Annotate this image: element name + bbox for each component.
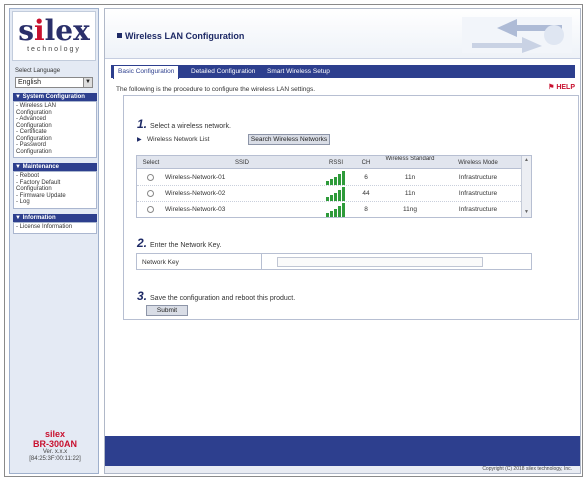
network-mode: Infrastructure [458, 174, 498, 181]
sidebar: silex technology Select Language English… [9, 8, 99, 474]
footer-mac: [84:25:3F:00:11:22] [29, 456, 81, 462]
footer-bar [105, 436, 580, 466]
network-standard: 11n [404, 174, 416, 181]
footer-model: BR-300AN [32, 439, 77, 449]
step-1-label: Select a wireless network. [150, 123, 231, 130]
menu-group-maintenance: ▼ Maintenance - Reboot - Factory Default… [13, 163, 97, 209]
network-ch: 6 [364, 174, 368, 181]
submit-button[interactable]: Submit [146, 305, 188, 316]
network-table-scrollbar[interactable]: ▲ ▼ [521, 156, 531, 217]
signal-strength-icon [326, 203, 345, 217]
step-3-number: 3. [137, 289, 148, 303]
sidebar-item-log[interactable]: - Log [16, 199, 94, 206]
table-row[interactable]: Wireless-Network-03 8 11ng Infrastructur… [137, 202, 523, 217]
table-row[interactable]: Wireless-Network-02 44 11n Infrastructur… [137, 186, 523, 202]
step-3: 3. Save the configuration and reboot this… [137, 289, 295, 303]
network-radio[interactable] [147, 174, 154, 181]
menu-body-information: - License Information [13, 222, 97, 234]
chevron-down-icon[interactable]: ▼ [83, 78, 92, 87]
copyright-text: Copyright (C) 2018 silex technology, Inc… [105, 466, 580, 473]
network-key-label: Network Key [142, 259, 179, 266]
scroll-down-icon[interactable]: ▼ [523, 209, 530, 216]
step-3-label: Save the configuration and reboot this p… [150, 295, 296, 302]
menu-head-information[interactable]: ▼ Information [13, 214, 97, 222]
network-key-row: Network Key [136, 253, 532, 270]
page-title: Wireless LAN Configuration [117, 31, 244, 41]
tab-smart-wireless-setup[interactable]: Smart Wireless Setup [263, 66, 334, 78]
logo-wordmark: silex [18, 14, 90, 47]
col-select: Select [142, 160, 160, 166]
network-table: Select SSID RSSI CH Wireless Standard Wi… [136, 155, 532, 218]
footer-brand: silex [44, 429, 66, 439]
header-arrows-decoration-icon [462, 17, 572, 53]
sidebar-footer: silex BR-300AN Ver. x.x.x [84:25:3F:00:1… [13, 429, 97, 463]
network-ch: 44 [362, 190, 370, 197]
sidebar-item-license[interactable]: - License Information [16, 224, 94, 231]
step-2: 2. Enter the Network Key. [137, 236, 221, 250]
col-wireless-mode: Wireless Mode [458, 160, 498, 166]
scroll-up-icon[interactable]: ▲ [523, 157, 530, 164]
help-link[interactable]: ⚑ HELP [548, 83, 575, 91]
tab-detailed-configuration[interactable]: Detailed Configuration [187, 66, 259, 78]
network-ssid: Wireless-Network-02 [165, 190, 226, 197]
menu-head-maintenance[interactable]: ▼ Maintenance [13, 163, 97, 171]
network-standard: 11n [404, 190, 416, 197]
table-row[interactable]: Wireless-Network-01 6 11n Infrastructure [137, 170, 523, 186]
signal-strength-icon [326, 187, 345, 201]
network-ch: 8 [364, 206, 368, 213]
help-icon: ⚑ [548, 84, 555, 91]
network-list-label: Wireless Network List [147, 136, 210, 143]
network-key-input[interactable] [277, 257, 483, 267]
logo-subtitle: technology [27, 46, 81, 53]
network-radio[interactable] [147, 206, 154, 213]
step-1: 1. Select a wireless network. [137, 117, 231, 131]
step-2-number: 2. [137, 236, 148, 250]
tab-bar: Basic Configuration Detailed Configurati… [111, 65, 575, 79]
language-label: Select Language [15, 68, 61, 74]
triangle-right-icon: ▶ [137, 137, 142, 143]
network-ssid: Wireless-Network-03 [165, 206, 226, 213]
network-standard: 11ng [403, 206, 417, 213]
menu-head-system[interactable]: ▼ System Configuration [13, 93, 97, 101]
network-mode: Infrastructure [458, 190, 498, 197]
network-ssid: Wireless-Network-01 [165, 174, 226, 181]
menu-body-maintenance: - Reboot - Factory Default Configuration… [13, 171, 97, 209]
col-wireless-standard: Wireless Standard [385, 156, 435, 162]
menu-group-information: ▼ Information - License Information [13, 214, 97, 234]
signal-strength-icon [326, 171, 345, 185]
footer-version: Ver. x.x.x [42, 449, 68, 455]
network-key-divider [261, 254, 262, 269]
step-1-number: 1. [137, 117, 148, 131]
language-value: English [18, 79, 41, 86]
title-bullet-icon [117, 33, 122, 38]
col-ch: CH [361, 160, 371, 166]
col-rssi: RSSI [328, 160, 343, 166]
step-2-label: Enter the Network Key. [150, 242, 222, 249]
silex-logo: silex technology [12, 11, 96, 61]
network-mode: Infrastructure [458, 206, 498, 213]
network-radio[interactable] [147, 190, 154, 197]
title-bar: Wireless LAN Configuration [105, 9, 580, 59]
network-table-header: Select SSID RSSI CH Wireless Standard Wi… [137, 156, 531, 169]
language-select[interactable]: English ▼ [15, 77, 93, 88]
menu-body-system: - Wireless LAN Configuration - Advanced … [13, 101, 97, 158]
intro-text: The following is the procedure to config… [116, 86, 316, 93]
menu-group-system: ▼ System Configuration - Wireless LAN Co… [13, 93, 97, 158]
tab-basic-configuration[interactable]: Basic Configuration [113, 65, 180, 79]
col-ssid: SSID [234, 160, 249, 166]
search-networks-button[interactable]: Search Wireless Networks [248, 134, 330, 145]
sidebar-item-password-cont[interactable]: Configuration [16, 149, 94, 156]
